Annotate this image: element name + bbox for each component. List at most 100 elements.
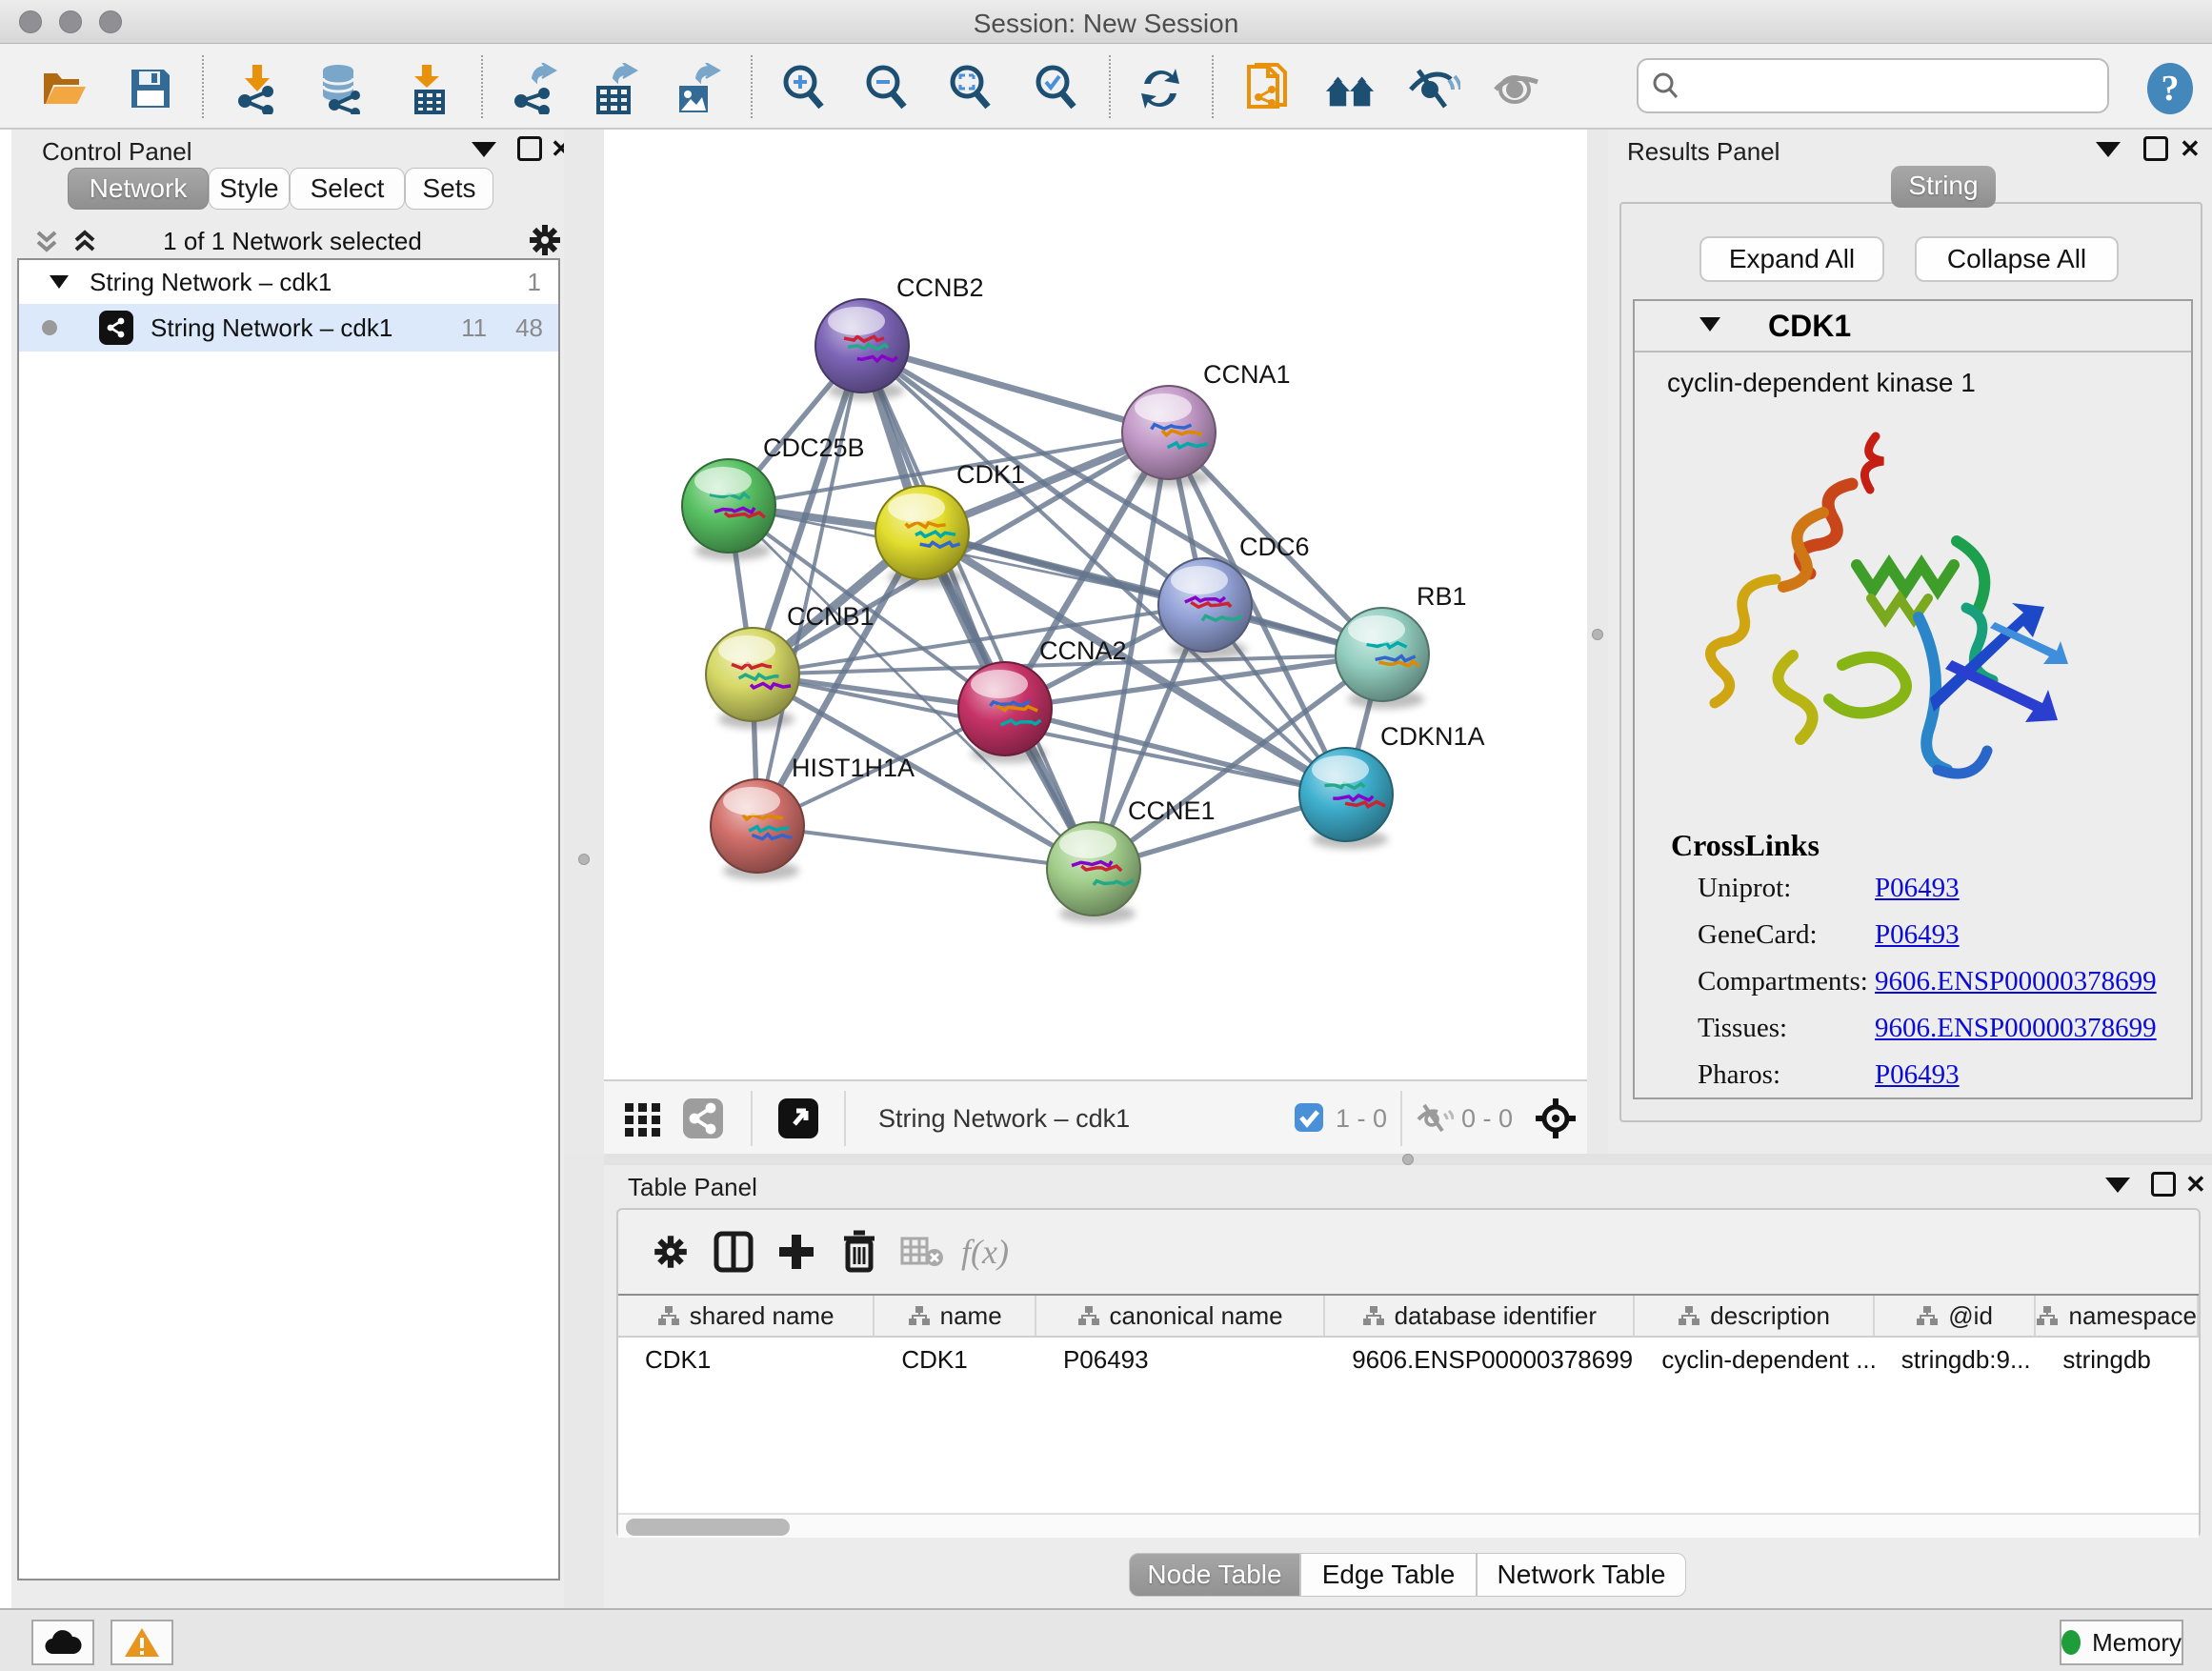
section-expander-icon[interactable] xyxy=(1698,314,1722,338)
search-field[interactable] xyxy=(1637,58,2109,113)
protein-description: cyclin-dependent kinase 1 xyxy=(1667,368,2191,398)
expand-all-networks-icon[interactable] xyxy=(70,227,99,260)
node-label: CCNB2 xyxy=(896,273,984,302)
crosslink-row: GeneCard:P06493 xyxy=(1698,919,2191,951)
table-cell: CDK1 xyxy=(618,1338,875,1381)
first-neighbors-icon[interactable] xyxy=(1324,62,1377,115)
scrollbar-thumb[interactable] xyxy=(626,1519,790,1536)
table-settings-gear-icon[interactable] xyxy=(639,1223,702,1280)
right-splitter[interactable] xyxy=(1587,130,1608,1154)
export-table-icon[interactable] xyxy=(588,62,641,115)
selected-checkbox-icon[interactable] xyxy=(1294,1102,1324,1137)
refresh-icon[interactable] xyxy=(1134,62,1187,115)
control-panel-menu-icon[interactable] xyxy=(472,142,496,157)
table-cell: stringdb xyxy=(2036,1338,2199,1381)
zoom-fit-icon[interactable] xyxy=(945,62,998,115)
column-header--id[interactable]: @id xyxy=(1875,1296,2037,1336)
grid-view-icon[interactable] xyxy=(623,1099,663,1144)
crosslink-link[interactable]: P06493 xyxy=(1875,919,1960,951)
zoom-selected-icon[interactable] xyxy=(1031,62,1084,115)
results-panel-float-icon[interactable] xyxy=(2143,136,2168,161)
column-label: namespace xyxy=(2068,1301,2196,1331)
collection-expander-icon[interactable] xyxy=(48,268,70,297)
delete-column-trash-icon[interactable] xyxy=(828,1223,891,1280)
export-network-icon[interactable] xyxy=(507,62,560,115)
fit-content-crosshair-icon[interactable] xyxy=(1534,1097,1578,1145)
network-share-icon[interactable] xyxy=(682,1097,724,1144)
memory-label: Memory xyxy=(2092,1628,2182,1658)
tab-string[interactable]: String xyxy=(1891,166,1996,208)
memory-status-dot-icon xyxy=(2061,1630,2081,1655)
window-title: Session: New Session xyxy=(0,9,2212,39)
results-panel-title: Results Panel xyxy=(1627,137,1780,167)
main-toolbar: ? xyxy=(0,44,2212,130)
copy-network-icon[interactable] xyxy=(1240,62,1294,115)
control-panel-float-icon[interactable] xyxy=(517,136,542,161)
import-network-from-database-icon[interactable] xyxy=(314,62,368,115)
network-node-ccne1[interactable]: CCNE1 xyxy=(1047,796,1216,923)
network-edge[interactable] xyxy=(862,346,1094,869)
column-header-namespace[interactable]: namespace xyxy=(2036,1296,2199,1336)
crosslink-link[interactable]: P06493 xyxy=(1875,1059,1960,1091)
network-tree: String Network – cdk1 1 String Network –… xyxy=(17,258,560,1580)
network-node-hist1h1a[interactable]: HIST1H1A xyxy=(711,754,915,880)
cloud-button[interactable] xyxy=(31,1620,94,1665)
column-header-shared-name[interactable]: shared name xyxy=(618,1296,875,1336)
tab-network-table[interactable]: Network Table xyxy=(1477,1553,1686,1597)
column-header-description[interactable]: description xyxy=(1635,1296,1874,1336)
birds-eye-view-icon[interactable] xyxy=(777,1097,819,1144)
network-edge[interactable] xyxy=(757,826,1094,869)
tab-edge-table[interactable]: Edge Table xyxy=(1300,1553,1477,1597)
table-panel-menu-icon[interactable] xyxy=(2105,1178,2130,1193)
column-header-name[interactable]: name xyxy=(875,1296,1036,1336)
protein-section-header[interactable]: CDK1 xyxy=(1635,301,2191,352)
zoom-out-icon[interactable] xyxy=(861,62,915,115)
save-session-icon[interactable] xyxy=(124,62,177,115)
collapse-all-button[interactable]: Collapse All xyxy=(1915,236,2119,282)
network-node-cdkn1a[interactable]: CDKN1A xyxy=(1299,722,1485,849)
import-table-icon[interactable] xyxy=(400,62,453,115)
crosslink-link[interactable]: P06493 xyxy=(1875,873,1960,904)
export-image-icon[interactable] xyxy=(669,62,722,115)
column-label: name xyxy=(940,1301,1002,1331)
warnings-button[interactable] xyxy=(111,1620,173,1665)
tab-select[interactable]: Select xyxy=(290,168,405,210)
hidden-eye-icon xyxy=(1416,1102,1454,1139)
network-row-selected[interactable]: String Network – cdk1 11 48 xyxy=(19,304,558,352)
network-node-rb1[interactable]: RB1 xyxy=(1336,582,1467,709)
column-header-database-identifier[interactable]: database identifier xyxy=(1325,1296,1635,1336)
hide-selected-icon[interactable] xyxy=(1407,62,1460,115)
zoom-in-icon[interactable] xyxy=(778,62,832,115)
left-splitter[interactable] xyxy=(564,130,604,1154)
help-icon[interactable]: ? xyxy=(2143,62,2197,115)
open-session-icon[interactable] xyxy=(38,62,91,115)
table-panel-close-icon[interactable]: ✕ xyxy=(2185,1170,2206,1199)
results-panel-menu-icon[interactable] xyxy=(2096,142,2121,157)
create-column-plus-icon[interactable] xyxy=(765,1223,828,1280)
expand-all-button[interactable]: Expand All xyxy=(1699,236,1884,282)
table-row[interactable]: CDK1CDK1P064939606.ENSP00000378699cyclin… xyxy=(618,1338,2199,1381)
results-panel-close-icon[interactable]: ✕ xyxy=(2180,134,2201,164)
memory-button[interactable]: Memory xyxy=(2060,1620,2183,1665)
column-header-canonical-name[interactable]: canonical name xyxy=(1036,1296,1325,1336)
tab-style[interactable]: Style xyxy=(209,168,290,210)
tab-sets[interactable]: Sets xyxy=(405,168,493,210)
network-canvas[interactable]: CCNB2CCNA1CDC25BCDK1CDC6RB1CCNB1CCNA2CDK… xyxy=(604,130,1587,1079)
import-network-icon[interactable] xyxy=(231,62,284,115)
horizontal-splitter[interactable] xyxy=(604,1154,2212,1165)
table-horizontal-scrollbar[interactable] xyxy=(618,1513,2199,1538)
collapse-all-networks-icon[interactable] xyxy=(32,227,61,260)
table-panel-float-icon[interactable] xyxy=(2151,1172,2176,1197)
show-columns-icon[interactable] xyxy=(702,1223,765,1280)
table-cell: P06493 xyxy=(1036,1338,1325,1381)
tab-network[interactable]: Network xyxy=(68,168,209,210)
network-collection-row[interactable]: String Network – cdk1 1 xyxy=(19,260,558,304)
search-input[interactable] xyxy=(1680,71,2081,101)
show-graphics-details-icon[interactable] xyxy=(1490,62,1543,115)
crosslink-link[interactable]: 9606.ENSP00000378699 xyxy=(1875,966,2157,997)
network-node-cdc25b[interactable]: CDC25B xyxy=(682,433,865,560)
control-panel-tabs: NetworkStyleSelectSets xyxy=(11,168,564,211)
crosslink-link[interactable]: 9606.ENSP00000378699 xyxy=(1875,1013,2157,1044)
svg-text:?: ? xyxy=(2162,69,2180,109)
tab-node-table[interactable]: Node Table xyxy=(1129,1553,1300,1597)
